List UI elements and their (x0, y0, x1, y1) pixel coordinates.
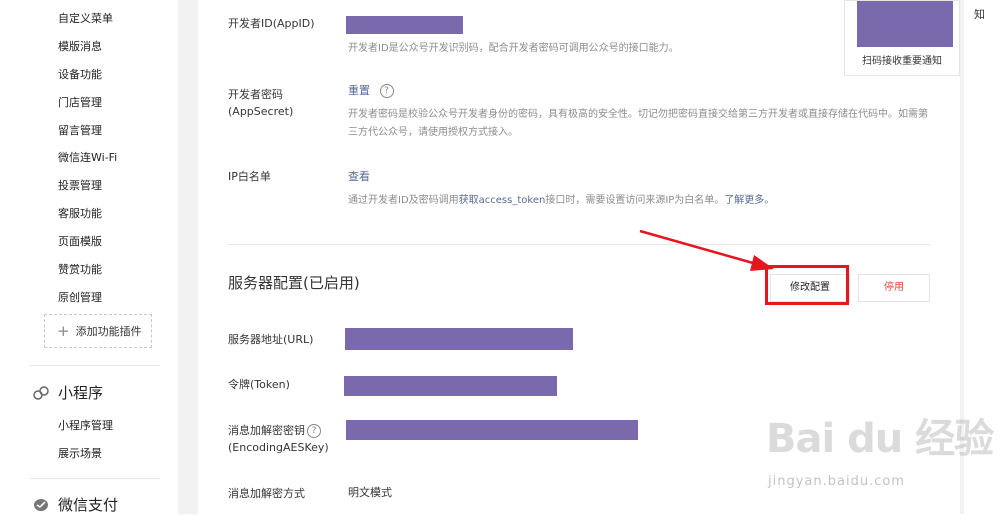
server-config-title: 服务器配置(已启用) (228, 274, 360, 292)
aes-key-redacted-value (346, 420, 638, 440)
learn-more-link[interactable]: 了解更多。 (724, 195, 774, 206)
sidebar-divider (30, 365, 160, 366)
sidebar-item-page-template[interactable]: 页面模版 (58, 233, 102, 249)
add-plugin-label: 添加功能插件 (75, 325, 142, 338)
layout-gutter (960, 0, 964, 514)
sidebar-item-comments[interactable]: 留言管理 (58, 122, 102, 138)
annotation-arrow-icon (639, 229, 774, 271)
qr-code-card: 扫码接收重要通知 (844, 0, 960, 76)
sidebar-item-original[interactable]: 原创管理 (58, 289, 102, 305)
layout-gutter (178, 0, 198, 514)
help-icon[interactable]: ? (307, 424, 321, 438)
wechat-pay-icon (34, 498, 48, 511)
sidebar-item-wifi[interactable]: 微信连Wi-Fi (58, 149, 117, 165)
sidebar-item-miniprogram-manage[interactable]: 小程序管理 (58, 417, 113, 433)
sidebar-item-template-message[interactable]: 模版消息 (58, 38, 102, 54)
aes-key-label-line2: (EncodingAESKey) (228, 441, 329, 454)
sidebar-section-wechatpay[interactable]: 微信支付 (32, 494, 118, 515)
sidebar-divider (30, 478, 160, 479)
section-divider (228, 244, 930, 245)
sidebar-item-custom-menu[interactable]: 自定义菜单 (58, 10, 113, 26)
add-plugin-button[interactable]: + 添加功能插件 (44, 314, 152, 348)
qr-code-caption: 扫码接收重要通知 (862, 56, 942, 67)
appid-label: 开发者ID(AppID) (228, 17, 315, 30)
miniprogram-icon (33, 385, 49, 400)
server-url-label: 服务器地址(URL) (228, 333, 314, 346)
encryption-mode-label: 消息加解密方式 (228, 487, 305, 500)
aes-key-label-line1: 消息加解密密钥? (228, 423, 321, 439)
main-content: 开发者ID(AppID) 开发者ID是公众号开发识别码，配合开发者密码可调用公众… (198, 0, 960, 514)
token-label: 令牌(Token) (228, 378, 290, 391)
sidebar-item-device[interactable]: 设备功能 (58, 66, 102, 82)
qr-code-image (857, 1, 953, 47)
reset-secret-link[interactable]: 重置 ? (348, 82, 394, 98)
appid-redacted-value (346, 16, 463, 34)
disable-button[interactable]: 停用 (858, 274, 930, 302)
ip-whitelist-label: IP白名单 (228, 170, 271, 183)
encryption-mode-value: 明文模式 (348, 486, 392, 499)
plus-icon: + (57, 321, 70, 340)
server-url-redacted-value (345, 328, 573, 350)
sidebar-section-miniprogram-title: 小程序 (58, 384, 104, 402)
sidebar-section-wechatpay-title: 微信支付 (58, 496, 119, 514)
ip-whitelist-view-link[interactable]: 查看 (348, 168, 370, 184)
sidebar-item-store[interactable]: 门店管理 (58, 94, 102, 110)
appid-description: 开发者ID是公众号开发识别码，配合开发者密码可调用公众号的接口能力。 (348, 43, 679, 54)
help-icon[interactable]: ? (379, 84, 394, 98)
ip-desc-part1: 通过开发者ID及密码调用 (348, 195, 459, 206)
modify-config-button[interactable]: 修改配置 (770, 274, 850, 302)
appsecret-label-line1: 开发者密码 (228, 88, 283, 101)
access-token-link[interactable]: 获取access_token (459, 195, 546, 206)
sidebar-item-display-scene[interactable]: 展示场景 (58, 445, 102, 461)
token-redacted-value (344, 376, 557, 396)
ip-desc-part2: 接口时，需要设置访问来源IP为白名单。 (545, 195, 725, 206)
sidebar-item-reward[interactable]: 赞赏功能 (58, 261, 102, 277)
appsecret-label-line2: (AppSecret) (228, 105, 294, 118)
aes-key-label-text: 消息加解密密钥 (228, 424, 305, 437)
ip-whitelist-description: 通过开发者ID及密码调用获取access_token接口时，需要设置访问来源IP… (348, 192, 938, 210)
sidebar: 自定义菜单 模版消息 设备功能 门店管理 留言管理 微信连Wi-Fi 投票管理 … (0, 0, 178, 514)
reset-secret-label: 重置 (348, 84, 370, 97)
sidebar-item-customer-service[interactable]: 客服功能 (58, 205, 102, 221)
sidebar-item-vote[interactable]: 投票管理 (58, 177, 102, 193)
appsecret-description: 开发者密码是校验公众号开发者身份的密码，具有极高的安全性。切记勿把密码直接交给第… (348, 109, 928, 138)
right-side-tab[interactable]: 知 (974, 6, 985, 22)
sidebar-section-miniprogram[interactable]: 小程序 (32, 382, 103, 403)
